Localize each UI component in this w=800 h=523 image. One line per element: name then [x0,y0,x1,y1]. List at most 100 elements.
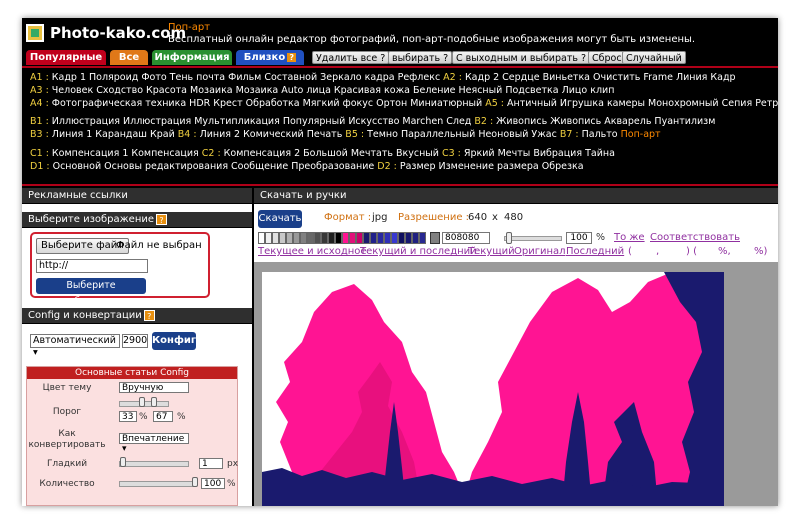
convert-select[interactable]: Впечатление ▾ [119,433,189,454]
menu-item[interactable]: Сходство [96,85,143,96]
menu-item[interactable]: Неоновый [478,129,528,140]
mode-select[interactable]: Автоматический ▾ [30,334,120,358]
help-icon[interactable]: ? [143,309,155,321]
zoom-input[interactable]: 100 [566,232,592,244]
help-icon[interactable]: ? [156,213,168,225]
palette-swatch[interactable] [398,232,405,244]
menu-item[interactable]: Обрезка [542,161,584,172]
menu-item[interactable]: Фото [141,72,166,83]
menu-item[interactable]: Пальто [582,129,618,140]
palette-swatch[interactable] [342,232,349,244]
palette-swatch[interactable] [405,232,412,244]
menu-item[interactable]: Популярный [283,116,346,127]
zoom-knob[interactable] [506,232,512,244]
current-link[interactable]: Текущий [468,246,515,257]
site-name[interactable]: Photo-kako.com [50,24,186,42]
menu-item[interactable]: Иллюстрация [52,116,120,127]
menu-item[interactable]: Ужас [531,129,556,140]
threshold-knob-low[interactable] [139,397,145,407]
threshold-knob-high[interactable] [151,397,157,407]
menu-item[interactable]: Ортон [376,98,407,109]
menu-item[interactable]: Виньетка [543,72,590,83]
menu-item[interactable]: Античный [507,98,557,109]
palette-swatch[interactable] [328,232,335,244]
menu-item[interactable]: Компенсация [131,148,198,159]
menu-item[interactable]: Основы редактирования [104,161,228,172]
menu-item[interactable]: Лицо клип [562,85,615,96]
download-button[interactable]: Скачать [258,210,302,228]
menu-item[interactable]: Сепия [722,98,753,109]
palette-swatch[interactable] [265,232,272,244]
menu-item[interactable]: Красивая кожа [334,85,410,96]
reset-button[interactable]: Сброс [588,51,626,64]
menu-item[interactable]: Комический [243,129,304,140]
menu-item[interactable]: Живопись [496,116,547,127]
menu-item[interactable]: Мечтать [351,148,393,159]
camera-logo-icon[interactable] [26,24,44,42]
menu-item[interactable]: Ретро [755,98,778,109]
smooth-knob[interactable] [120,457,126,467]
menu-item[interactable]: HDR [189,98,210,109]
menu-item[interactable]: Фотографическая техника [52,98,186,109]
menu-item[interactable]: Мягкий фокус [303,98,374,109]
menu-item[interactable]: Вибрация [533,148,582,159]
with-output-choose-button[interactable]: С выходным и выбирать ? [452,51,591,64]
menu-item[interactable]: Изменение размера [439,161,539,172]
palette-swatch[interactable] [272,232,279,244]
color-hex-input[interactable]: 808080 [442,232,490,244]
choose-button[interactable]: выбирать ? [388,51,453,64]
threshold-low-input[interactable]: 33 [119,411,137,422]
menu-item[interactable]: Тайна [585,148,615,159]
menu-item[interactable]: Кадр [710,72,735,83]
menu-item[interactable]: Живопись [550,116,601,127]
same-link[interactable]: То же [614,232,645,243]
palette-swatch[interactable] [300,232,307,244]
menu-item[interactable]: Крест Обработка [213,98,299,109]
menu-item[interactable]: Акварель [604,116,651,127]
menu-item[interactable]: Marchen [402,116,443,127]
palette-swatch[interactable] [293,232,300,244]
menu-item[interactable]: Яркий [464,148,495,159]
zoom-slider-track[interactable] [504,236,562,241]
palette-swatch[interactable] [384,232,391,244]
original-link[interactable]: Оригинал [514,246,566,257]
palette-swatch[interactable] [377,232,384,244]
palette-swatch[interactable] [335,232,342,244]
palette-swatch[interactable] [356,232,363,244]
palette-swatch[interactable] [279,232,286,244]
menu-item[interactable]: Линия [676,72,707,83]
palette-swatch[interactable] [370,232,377,244]
tab-all[interactable]: Все [110,50,148,65]
menu-item[interactable]: Сообщение [231,161,288,172]
palette-swatch[interactable] [363,232,370,244]
menu-item[interactable]: Поп-арт [621,129,661,140]
menu-item[interactable]: Вкусный [396,148,439,159]
menu-item[interactable]: Основной [53,161,102,172]
menu-item[interactable]: Игрушка камеры [560,98,645,109]
menu-item[interactable]: Неясный [459,85,503,96]
menu-item[interactable]: Линия 1 [52,129,92,140]
last-link[interactable]: Последний [566,246,624,257]
current-and-last-link[interactable]: Текущий и последний [360,246,477,257]
palette-swatch[interactable] [321,232,328,244]
palette-swatch[interactable] [419,232,426,244]
smooth-slider-track[interactable] [119,461,189,467]
count-knob[interactable] [192,477,198,487]
menu-item[interactable]: Карандаш [95,129,147,140]
menu-item[interactable]: Печать [307,129,343,140]
menu-item[interactable]: След [446,116,471,127]
palette-swatch[interactable] [314,232,321,244]
menu-item[interactable]: Беление [413,85,456,96]
menu-item[interactable]: Подсветка [505,85,558,96]
menu-item[interactable]: почта [196,72,225,83]
menu-item[interactable]: Компенсация 2 [224,148,300,159]
menu-item[interactable]: Край [150,129,175,140]
menu-item[interactable]: Кадр 2 [465,72,499,83]
menu-item[interactable]: Темно [367,129,398,140]
help-icon[interactable]: ? [287,52,297,62]
delete-all-button[interactable]: Удалить все ? [312,51,390,64]
menu-item[interactable]: Иллюстрация [123,116,191,127]
palette-swatch[interactable] [391,232,398,244]
smooth-input[interactable]: 1 [199,458,223,469]
count-slider-track[interactable] [119,481,195,487]
